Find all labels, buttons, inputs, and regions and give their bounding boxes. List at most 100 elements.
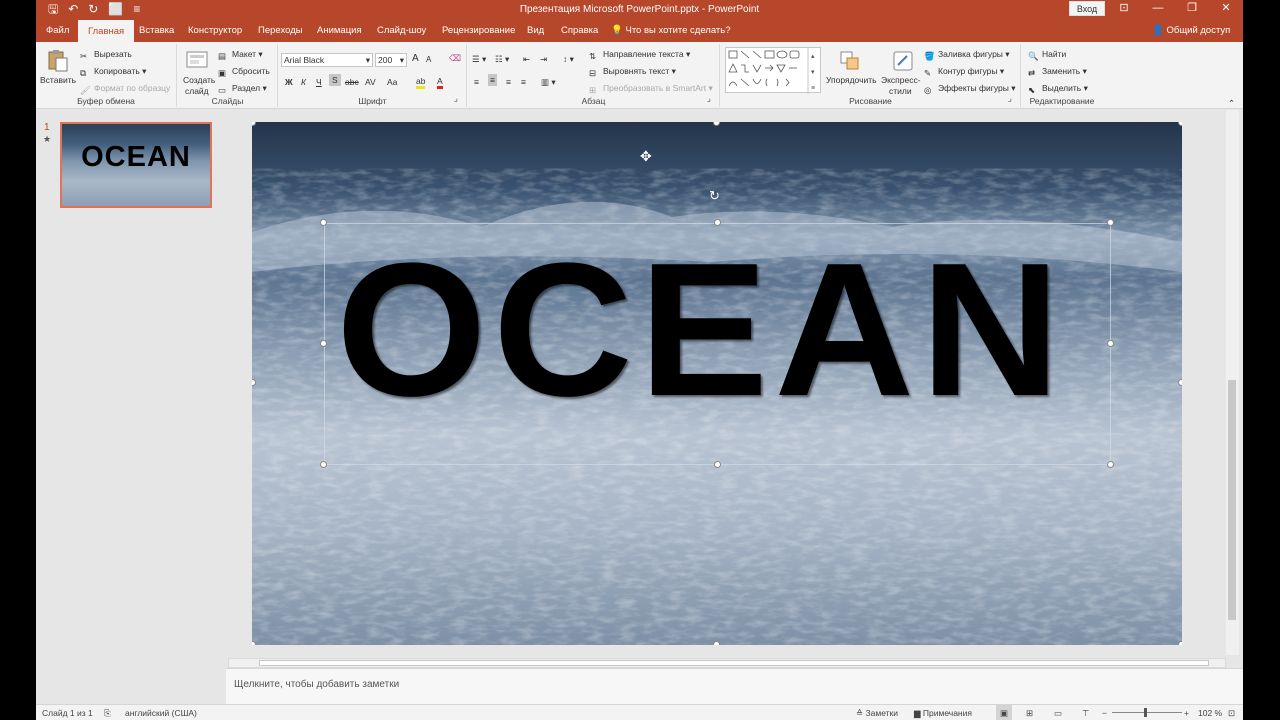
font-color-icon[interactable]: A bbox=[437, 75, 443, 89]
align-left-icon[interactable]: ≡ bbox=[474, 76, 479, 88]
tab-file[interactable]: Файл bbox=[46, 19, 69, 42]
replace-button[interactable]: ⇄ Заменить ▾ bbox=[1028, 65, 1087, 78]
align-text-button[interactable]: ⊟ Выровнять текст ▾ bbox=[589, 65, 676, 78]
maximize-icon[interactable]: ❐ bbox=[1175, 0, 1209, 17]
resize-handle[interactable] bbox=[713, 641, 720, 645]
shadow-button[interactable]: S bbox=[329, 74, 341, 86]
vertical-scroll-thumb[interactable] bbox=[1228, 380, 1236, 620]
language-indicator[interactable]: английский (США) bbox=[125, 705, 197, 720]
italic-button[interactable]: К bbox=[301, 76, 306, 88]
tab-design[interactable]: Конструктор bbox=[188, 19, 242, 42]
textbox-handle[interactable] bbox=[1107, 340, 1114, 347]
clear-formatting-icon[interactable]: ⌫ bbox=[449, 52, 461, 64]
reading-view-icon[interactable]: ▭ bbox=[1054, 705, 1062, 720]
resize-handle[interactable] bbox=[1178, 379, 1182, 386]
highlight-icon[interactable]: ab bbox=[416, 75, 426, 89]
arrange-icon[interactable] bbox=[838, 49, 862, 73]
vertical-scrollbar[interactable] bbox=[1226, 110, 1239, 655]
columns-icon[interactable]: ▥ ▾ bbox=[541, 76, 556, 88]
paste-icon[interactable] bbox=[46, 49, 70, 73]
underline-button[interactable]: Ч bbox=[316, 76, 322, 88]
spellcheck-icon[interactable]: ⎘ bbox=[104, 705, 111, 720]
increase-indent-icon[interactable]: ⇥ bbox=[540, 53, 547, 65]
tab-home[interactable]: Главная bbox=[78, 19, 135, 42]
tell-me-box[interactable]: 💡 Что вы хотите сделать? bbox=[611, 19, 731, 43]
align-right-icon[interactable]: ≡ bbox=[506, 76, 511, 88]
copy-button[interactable]: ⧉ Копировать ▾ bbox=[80, 65, 146, 78]
tab-view[interactable]: Вид bbox=[527, 19, 544, 42]
font-size-select[interactable]: 200 ▾ bbox=[375, 53, 407, 67]
shape-effects-button[interactable]: ◎ Эффекты фигуры ▾ bbox=[924, 82, 1015, 95]
layout-button[interactable]: ▤ Макет ▾ bbox=[218, 48, 263, 61]
grow-font-button[interactable]: A bbox=[412, 53, 419, 65]
numbering-icon[interactable]: ☷ ▾ bbox=[495, 53, 509, 65]
tab-slideshow[interactable]: Слайд-шоу bbox=[377, 19, 426, 42]
slide-sorter-view-icon[interactable]: ⊞ bbox=[1026, 705, 1033, 720]
zoom-slider[interactable] bbox=[1112, 712, 1182, 713]
signin-button[interactable]: Вход bbox=[1069, 1, 1105, 16]
horizontal-scroll-thumb[interactable] bbox=[259, 660, 1209, 666]
resize-handle[interactable] bbox=[1178, 641, 1182, 645]
comments-toggle-button[interactable]: ▆ Примечания bbox=[914, 705, 972, 720]
textbox-handle[interactable] bbox=[1107, 461, 1114, 468]
find-button[interactable]: 🔍 Найти bbox=[1028, 48, 1066, 61]
normal-view-icon[interactable]: ▣ bbox=[996, 705, 1013, 720]
new-slide-icon[interactable] bbox=[185, 49, 209, 73]
slide-title-text[interactable]: OCEAN bbox=[336, 235, 1111, 425]
zoom-slider-thumb[interactable] bbox=[1144, 708, 1147, 717]
notes-pane[interactable]: Щелкните, чтобы добавить заметки bbox=[226, 668, 1243, 704]
text-direction-button[interactable]: ⇅ Направление текста ▾ bbox=[589, 48, 690, 61]
shrink-font-button[interactable]: A bbox=[426, 54, 431, 66]
textbox-handle[interactable] bbox=[714, 219, 721, 226]
notes-toggle-button[interactable]: ≙ Заметки bbox=[856, 705, 898, 720]
textbox-handle[interactable] bbox=[1107, 219, 1114, 226]
slide-canvas[interactable]: OCEAN ↻ ✥ bbox=[252, 122, 1182, 645]
close-icon[interactable]: ✕ bbox=[1209, 0, 1243, 17]
tab-transitions[interactable]: Переходы bbox=[258, 19, 303, 42]
minimize-icon[interactable]: — bbox=[1141, 0, 1175, 17]
align-center-icon[interactable]: ≡ bbox=[488, 74, 497, 86]
textbox-handle[interactable] bbox=[714, 461, 721, 468]
horizontal-scrollbar[interactable] bbox=[228, 658, 1226, 668]
paste-button[interactable]: Вставить bbox=[40, 74, 76, 86]
select-button[interactable]: ⬉ Выделить ▾ bbox=[1028, 82, 1088, 95]
textbox-handle[interactable] bbox=[320, 340, 327, 347]
rotate-handle-icon[interactable]: ↻ bbox=[709, 188, 720, 204]
slideshow-view-icon[interactable]: ⊤ bbox=[1082, 705, 1089, 720]
line-spacing-icon[interactable]: ↕ ▾ bbox=[563, 53, 574, 65]
quick-styles-icon[interactable] bbox=[891, 49, 915, 73]
zoom-level[interactable]: 102 % bbox=[1198, 705, 1222, 720]
change-case-button[interactable]: Aa bbox=[387, 76, 397, 88]
tab-animations[interactable]: Анимация bbox=[317, 19, 362, 42]
bullets-icon[interactable]: ☰ ▾ bbox=[472, 53, 486, 65]
shapes-gallery[interactable]: ▴ ▾ ≡ bbox=[725, 47, 821, 94]
convert-smartart-button[interactable]: ⊞ Преобразовать в SmartArt ▾ bbox=[589, 82, 713, 95]
shape-outline-button[interactable]: ✎ Контур фигуры ▾ bbox=[924, 65, 1004, 78]
collapse-ribbon-icon[interactable]: ⌃ bbox=[1228, 97, 1235, 109]
decrease-indent-icon[interactable]: ⇤ bbox=[523, 53, 530, 65]
char-spacing-button[interactable]: AV bbox=[365, 76, 376, 88]
tab-help[interactable]: Справка bbox=[561, 19, 598, 42]
justify-icon[interactable]: ≡ bbox=[521, 76, 526, 88]
strikethrough-button[interactable]: abc bbox=[345, 76, 359, 88]
tab-insert[interactable]: Вставка bbox=[139, 19, 174, 42]
arrange-button[interactable]: Упорядочить bbox=[826, 74, 877, 86]
tab-review[interactable]: Рецензирование bbox=[442, 19, 515, 42]
section-button[interactable]: ▭ Раздел ▾ bbox=[218, 82, 267, 95]
shape-fill-button[interactable]: 🪣 Заливка фигуры ▾ bbox=[924, 48, 1010, 61]
zoom-in-button[interactable]: + bbox=[1184, 705, 1189, 720]
bold-button[interactable]: Ж bbox=[285, 76, 293, 88]
textbox-handle[interactable] bbox=[320, 219, 327, 226]
share-button[interactable]: 👤 Общий доступ bbox=[1152, 19, 1230, 43]
resize-handle[interactable] bbox=[252, 641, 256, 645]
format-painter-button[interactable]: 🖌 Формат по образцу bbox=[80, 82, 170, 95]
zoom-out-button[interactable]: − bbox=[1102, 705, 1107, 720]
resize-handle[interactable] bbox=[1178, 122, 1182, 126]
slide-thumbnail[interactable]: OCEAN bbox=[60, 122, 212, 208]
ribbon-display-options-icon[interactable]: ⊡ bbox=[1107, 0, 1141, 17]
cut-button[interactable]: ✂ Вырезать bbox=[80, 48, 132, 61]
textbox-handle[interactable] bbox=[320, 461, 327, 468]
reset-button[interactable]: ▣ Сбросить bbox=[218, 65, 270, 78]
font-name-select[interactable]: Arial Black ▾ bbox=[281, 53, 373, 67]
fit-to-window-icon[interactable]: ⊡ bbox=[1228, 705, 1235, 720]
